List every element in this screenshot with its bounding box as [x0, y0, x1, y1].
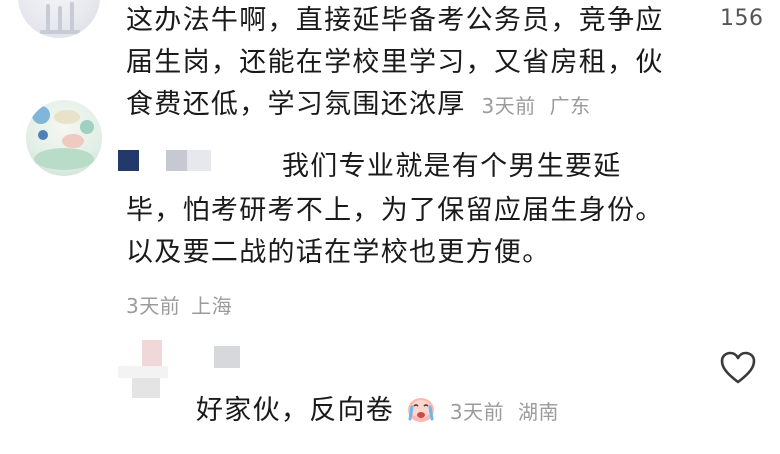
comment-line: 我们专业就是有个男生要延	[282, 151, 622, 182]
comment-line: 食费还低，学习氛围还浓厚	[126, 89, 466, 120]
comment-location: 上海	[191, 294, 233, 318]
avatar[interactable]	[26, 100, 102, 176]
username-redacted[interactable]	[118, 150, 258, 171]
crying-face-icon	[406, 393, 436, 423]
avatar[interactable]	[18, 0, 100, 38]
comment-location: 湖南	[518, 400, 560, 424]
comment-line: 毕，怕考研考不上，为了保留应届生身份。	[126, 195, 664, 226]
comment-time: 3天前	[449, 400, 505, 424]
comment-line: 这办法牛啊，直接延毕备考公务员，竞争应	[126, 5, 664, 36]
comment-body: 好家伙，反向卷 3天前 湖南	[196, 390, 559, 433]
comment-line: 届生岗，还能在学校里学习，又省房租，伙	[126, 47, 664, 78]
comment-location: 广东	[549, 94, 591, 118]
comment-line: 好家伙，反向卷	[196, 395, 395, 426]
comment-line: 以及要二战的话在学校也更方便。	[126, 237, 551, 268]
comment-body: 这办法牛啊，直接延毕备考公务员，竞争应 届生岗，还能在学校里学习，又省房租，伙 …	[126, 0, 686, 127]
avatar[interactable]	[118, 340, 182, 404]
username-redacted[interactable]	[214, 346, 240, 368]
comment-time: 3天前	[126, 294, 181, 318]
like-count: 156	[720, 6, 764, 31]
comment-time: 3天前	[481, 94, 536, 118]
heart-outline-icon[interactable]	[718, 348, 758, 388]
